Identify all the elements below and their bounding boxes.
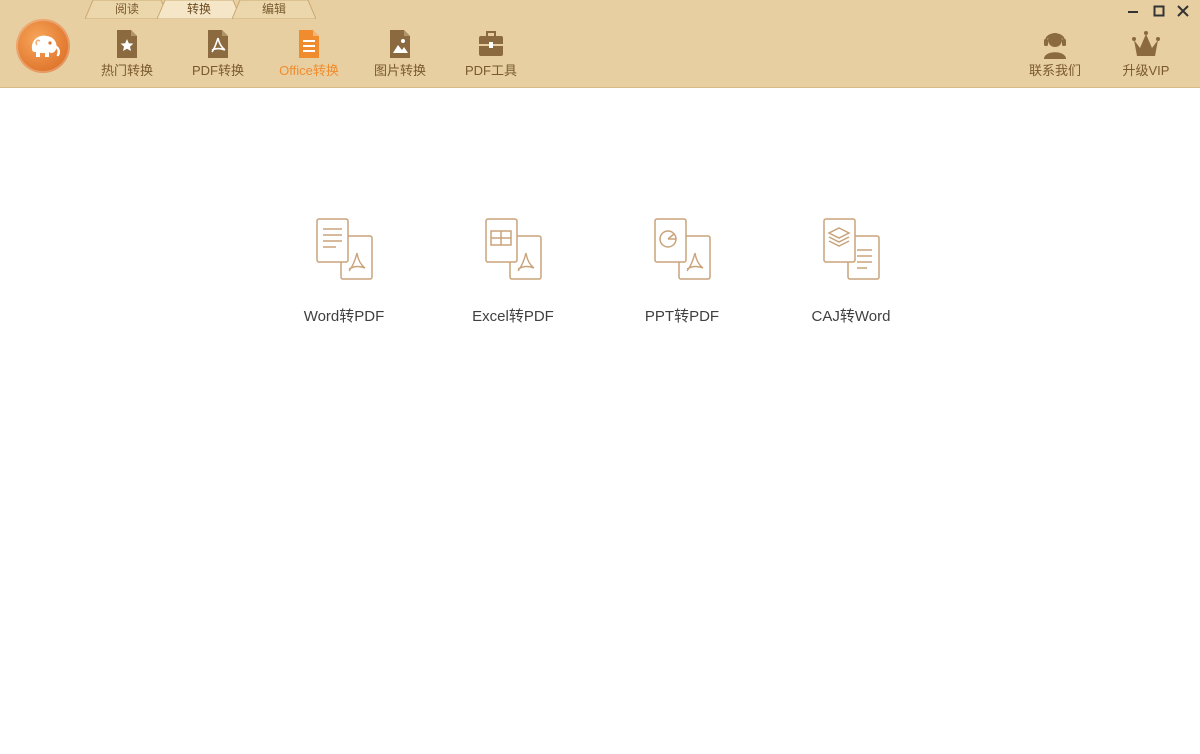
minimize-button[interactable] xyxy=(1126,4,1140,18)
toolbar: 阅读 转换 编辑 热门转换 PDF转换 Office转换 图片转换 PDF工具 … xyxy=(0,0,1200,88)
nav-pdf-tools[interactable]: PDF工具 xyxy=(458,28,524,84)
app-logo xyxy=(16,19,70,73)
tool-caj-to-word-label: CAJ转Word xyxy=(811,308,891,325)
tool-caj-to-word[interactable]: CAJ转Word xyxy=(786,215,916,335)
tab-convert[interactable]: 转换 xyxy=(157,0,241,19)
contact-us-button[interactable]: 联系我们 xyxy=(1022,28,1088,84)
tab-edit[interactable]: 编辑 xyxy=(232,0,316,19)
pdf-doc-icon xyxy=(208,30,228,58)
caj-to-word-icon xyxy=(823,218,880,280)
image-doc-icon xyxy=(390,30,410,58)
nav-pdf-tools-label: PDF工具 xyxy=(464,63,517,78)
headset-icon xyxy=(1044,33,1066,59)
nav-office-convert[interactable]: Office转换 xyxy=(272,28,346,84)
close-button[interactable] xyxy=(1176,4,1190,18)
upgrade-vip-button[interactable]: 升级VIP xyxy=(1113,28,1179,84)
nav-image-convert-label: 图片转换 xyxy=(373,63,426,78)
nav-hot-convert-label: 热门转换 xyxy=(100,63,153,78)
contact-us-label: 联系我们 xyxy=(1028,63,1081,78)
toolbox-icon xyxy=(479,31,503,56)
nav-office-convert-label: Office转换 xyxy=(279,63,339,78)
nav-image-convert[interactable]: 图片转换 xyxy=(367,28,433,84)
maximize-button[interactable] xyxy=(1152,4,1166,18)
nav-pdf-convert[interactable]: PDF转换 xyxy=(185,28,251,84)
tool-excel-to-pdf[interactable]: Excel转PDF xyxy=(448,215,578,335)
excel-to-pdf-icon xyxy=(485,218,542,280)
star-doc-icon xyxy=(117,30,137,58)
tool-excel-to-pdf-label: Excel转PDF xyxy=(472,308,554,325)
tool-ppt-to-pdf-label: PPT转PDF xyxy=(644,308,720,325)
elephant-logo-icon xyxy=(31,35,61,57)
nav-hot-convert[interactable]: 热门转换 xyxy=(94,28,160,84)
crown-icon xyxy=(1132,31,1160,56)
tab-convert-label: 转换 xyxy=(186,2,211,16)
tool-word-to-pdf[interactable]: Word转PDF xyxy=(279,215,409,335)
word-to-pdf-icon xyxy=(316,218,373,280)
upgrade-vip-label: 升级VIP xyxy=(1122,63,1170,78)
tab-edit-label: 编辑 xyxy=(261,2,286,16)
tool-word-to-pdf-label: Word转PDF xyxy=(303,308,385,325)
ppt-to-pdf-icon xyxy=(654,218,711,280)
nav-pdf-convert-label: PDF转换 xyxy=(191,63,244,78)
office-doc-icon xyxy=(299,30,319,58)
tool-ppt-to-pdf[interactable]: PPT转PDF xyxy=(617,215,747,335)
